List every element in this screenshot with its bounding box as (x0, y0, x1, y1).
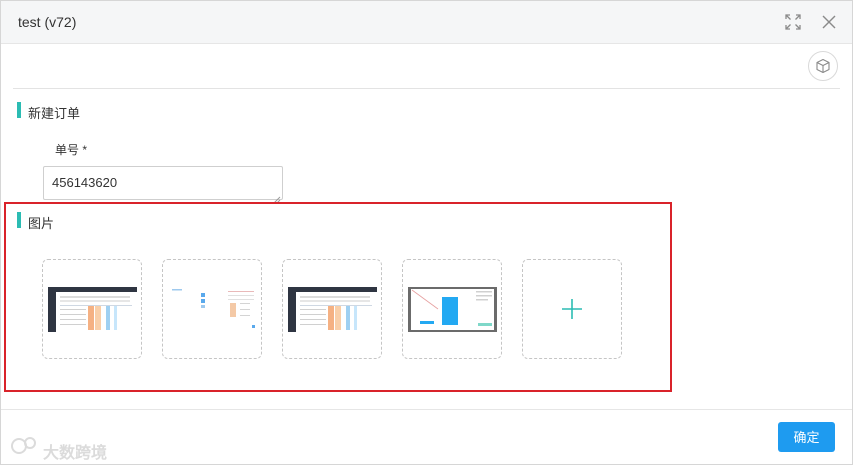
order-number-input[interactable]: 456143620 (43, 166, 283, 200)
dialog-header: test (v72) (1, 1, 852, 44)
watermark: 大数跨境 (9, 433, 107, 463)
section-accent-bar (17, 102, 21, 118)
resize-grip-icon[interactable] (273, 191, 281, 204)
highlight-box (4, 202, 672, 392)
order-number-label: 单号 * (55, 143, 88, 157)
cube-button[interactable] (808, 51, 838, 81)
watermark-logo-icon (9, 437, 39, 463)
footer-divider (1, 409, 852, 410)
confirm-button[interactable]: 确定 (778, 422, 835, 452)
toolbar-divider (13, 88, 840, 89)
dialog: test (v72) 新建订单 单号 * 456143620 图片 确定 大数跨… (0, 0, 853, 465)
watermark-text: 大数跨境 (43, 445, 108, 462)
close-icon[interactable] (820, 13, 838, 31)
section-title-order: 新建订单 (28, 106, 81, 121)
dialog-title: test (v72) (18, 14, 77, 30)
fullscreen-icon[interactable] (784, 13, 802, 31)
